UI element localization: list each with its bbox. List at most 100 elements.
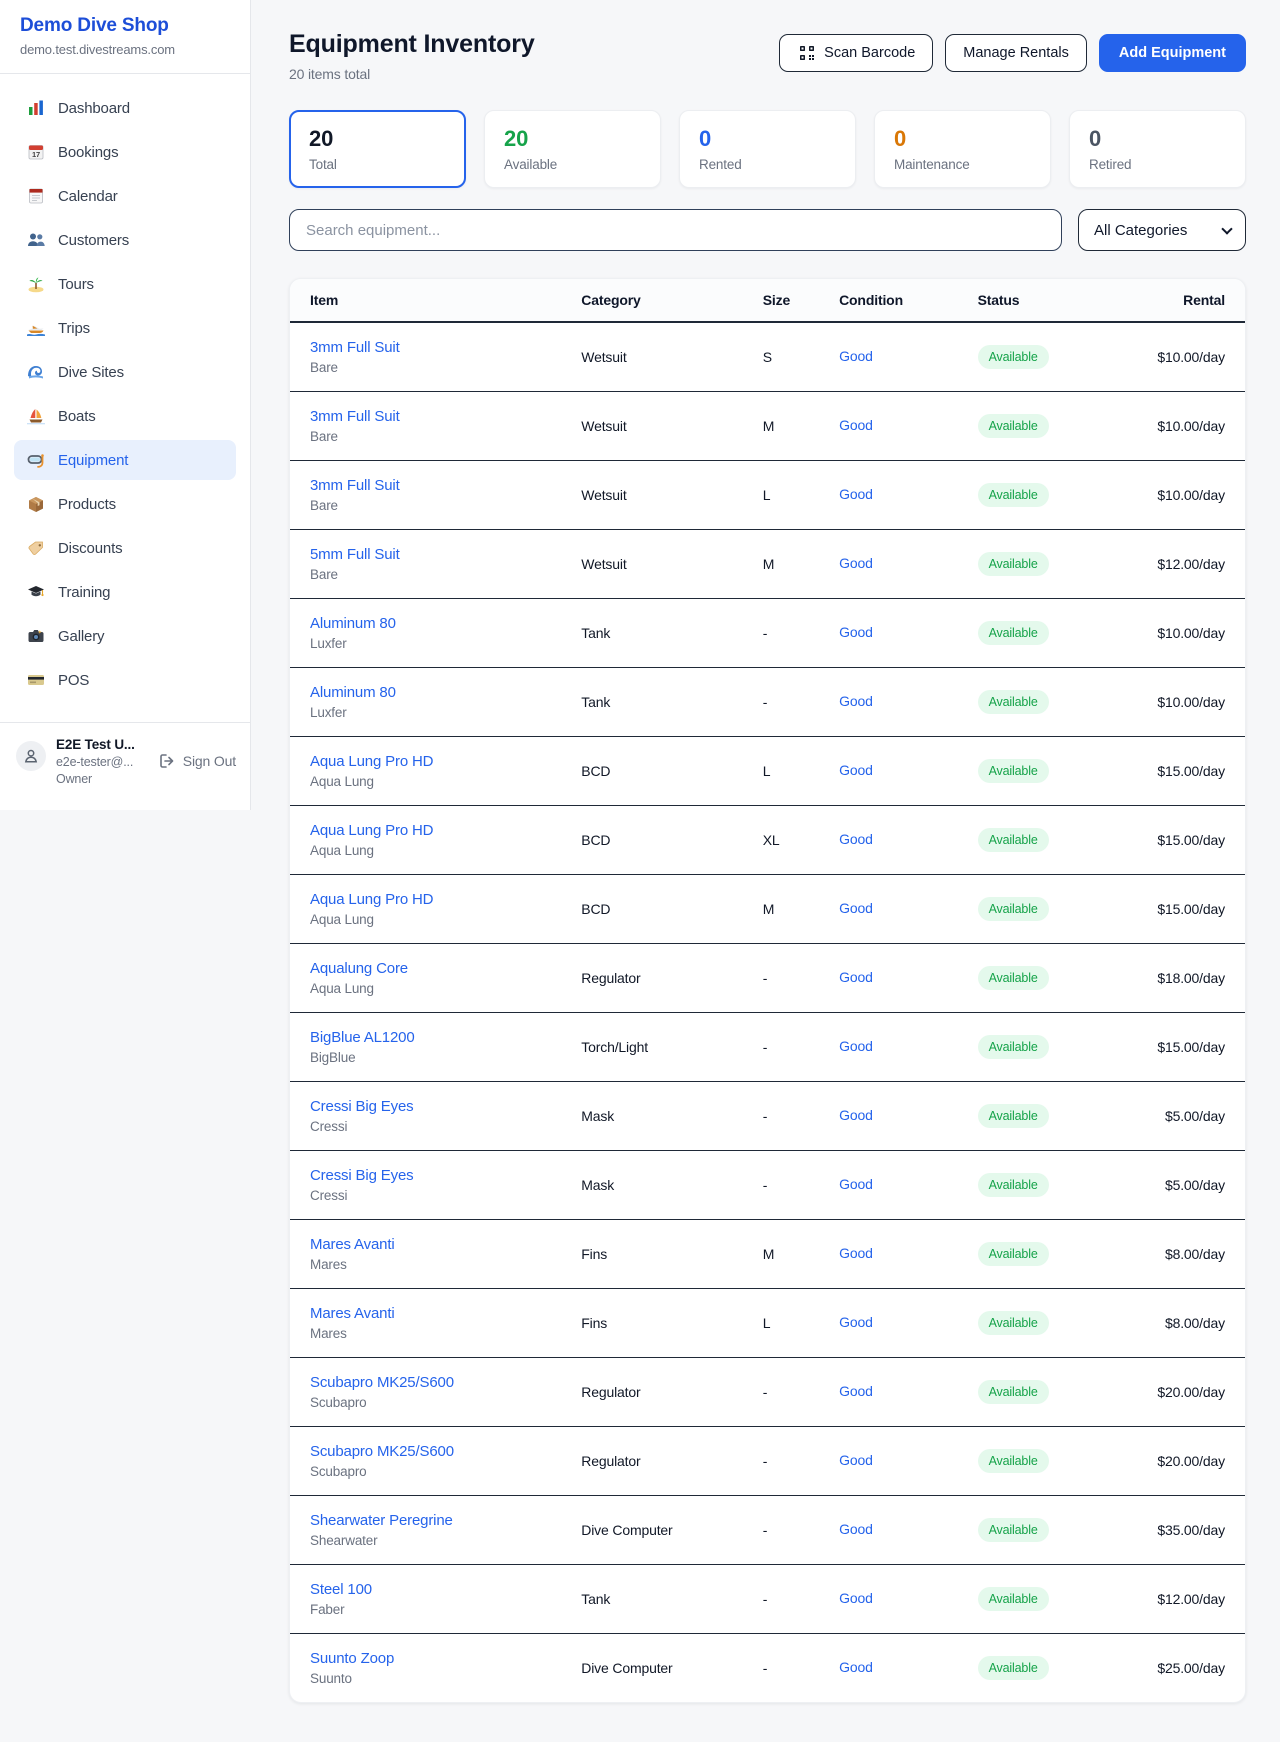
sidebar-item-trips[interactable]: Trips (14, 308, 236, 348)
stat-label: Total (309, 157, 446, 172)
sidebar-item-label: Gallery (58, 628, 104, 645)
equipment-table: ItemCategorySizeConditionStatusRental 3m… (290, 279, 1245, 1702)
condition-link[interactable]: Good (839, 1452, 873, 1468)
item-name-link[interactable]: 3mm Full Suit (310, 339, 581, 356)
status-badge: Available (978, 345, 1049, 369)
table-row: BigBlue AL1200BigBlueTorch/Light-GoodAva… (290, 1012, 1245, 1081)
item-category: Tank (581, 625, 610, 641)
sidebar-item-label: Customers (58, 232, 129, 249)
item-name-link[interactable]: BigBlue AL1200 (310, 1029, 581, 1046)
condition-link[interactable]: Good (839, 348, 873, 364)
sidebar-item-dive-sites[interactable]: Dive Sites (14, 352, 236, 392)
rental-price: $15.00/day (1157, 1039, 1225, 1055)
condition-link[interactable]: Good (839, 1107, 873, 1123)
sidebar-item-customers[interactable]: Customers (14, 220, 236, 260)
sidebar-item-calendar[interactable]: Calendar (14, 176, 236, 216)
item-name-link[interactable]: Aqua Lung Pro HD (310, 822, 581, 839)
sidebar-item-gallery[interactable]: Gallery (14, 616, 236, 656)
item-name-link[interactable]: Shearwater Peregrine (310, 1512, 581, 1529)
item-name-link[interactable]: 3mm Full Suit (310, 408, 581, 425)
item-name-link[interactable]: Aluminum 80 (310, 684, 581, 701)
condition-link[interactable]: Good (839, 1038, 873, 1054)
condition-link[interactable]: Good (839, 555, 873, 571)
sidebar-item-boats[interactable]: Boats (14, 396, 236, 436)
manage-rentals-button[interactable]: Manage Rentals (945, 34, 1087, 72)
item-name-link[interactable]: Scubapro MK25/S600 (310, 1443, 581, 1460)
condition-link[interactable]: Good (839, 417, 873, 433)
item-brand: Cressi (310, 1188, 581, 1203)
item-name-link[interactable]: Steel 100 (310, 1581, 581, 1598)
sidebar-item-discounts[interactable]: Discounts (14, 528, 236, 568)
sidebar-item-pos[interactable]: POS (14, 660, 236, 700)
table-row: Aqua Lung Pro HDAqua LungBCDLGoodAvailab… (290, 736, 1245, 805)
column-header-rental: Rental (1121, 279, 1245, 322)
scan-barcode-button[interactable]: Scan Barcode (779, 34, 933, 72)
item-brand: Bare (310, 360, 581, 375)
item-size: - (763, 1039, 768, 1055)
sidebar-item-products[interactable]: Products (14, 484, 236, 524)
condition-link[interactable]: Good (839, 762, 873, 778)
stat-card-retired[interactable]: 0Retired (1069, 110, 1246, 188)
item-name-link[interactable]: Cressi Big Eyes (310, 1167, 581, 1184)
status-badge: Available (978, 1449, 1049, 1473)
stat-card-maintenance[interactable]: 0Maintenance (874, 110, 1051, 188)
search-input[interactable] (289, 209, 1062, 251)
item-category: Wetsuit (581, 487, 626, 503)
condition-link[interactable]: Good (839, 1659, 873, 1675)
sidebar-item-dashboard[interactable]: Dashboard (14, 88, 236, 128)
item-name-link[interactable]: Cressi Big Eyes (310, 1098, 581, 1115)
condition-link[interactable]: Good (839, 624, 873, 640)
category-select[interactable]: All Categories (1078, 209, 1246, 251)
sidebar-item-label: Calendar (58, 188, 118, 205)
stat-value: 20 (309, 126, 446, 152)
status-badge: Available (978, 1656, 1049, 1680)
condition-link[interactable]: Good (839, 1383, 873, 1399)
table-row: 3mm Full SuitBareWetsuitMGoodAvailable$1… (290, 391, 1245, 460)
table-row: 3mm Full SuitBareWetsuitSGoodAvailable$1… (290, 322, 1245, 391)
sidebar-item-bookings[interactable]: 17Bookings (14, 132, 236, 172)
status-badge: Available (978, 1311, 1049, 1335)
sign-out-button[interactable]: Sign Out (158, 751, 236, 770)
condition-link[interactable]: Good (839, 1521, 873, 1537)
sidebar-item-equipment[interactable]: Equipment (14, 440, 236, 480)
qr-scan-icon (797, 44, 816, 63)
condition-link[interactable]: Good (839, 900, 873, 916)
sidebar: Demo Dive Shop demo.test.divestreams.com… (0, 0, 251, 810)
condition-link[interactable]: Good (839, 693, 873, 709)
condition-link[interactable]: Good (839, 1590, 873, 1606)
item-name-link[interactable]: Aqua Lung Pro HD (310, 891, 581, 908)
stat-label: Maintenance (894, 157, 1031, 172)
item-name-link[interactable]: Aluminum 80 (310, 615, 581, 632)
condition-link[interactable]: Good (839, 1176, 873, 1192)
item-name-link[interactable]: Mares Avanti (310, 1305, 581, 1322)
sidebar-item-training[interactable]: Training (14, 572, 236, 612)
item-size: - (763, 1591, 768, 1607)
item-brand: Faber (310, 1602, 581, 1617)
item-name-link[interactable]: 5mm Full Suit (310, 546, 581, 563)
rental-price: $20.00/day (1157, 1453, 1225, 1469)
condition-link[interactable]: Good (839, 486, 873, 502)
item-brand: Scubapro (310, 1464, 581, 1479)
item-name-link[interactable]: Aqua Lung Pro HD (310, 753, 581, 770)
condition-link[interactable]: Good (839, 1314, 873, 1330)
item-name-link[interactable]: Suunto Zoop (310, 1650, 581, 1667)
condition-link[interactable]: Good (839, 831, 873, 847)
item-name-link[interactable]: Aqualung Core (310, 960, 581, 977)
status-badge: Available (978, 1104, 1049, 1128)
sidebar-item-label: Boats (58, 408, 96, 425)
item-name-link[interactable]: 3mm Full Suit (310, 477, 581, 494)
add-equipment-button[interactable]: Add Equipment (1099, 34, 1246, 72)
stat-card-total[interactable]: 20 Total (289, 110, 466, 188)
item-name-link[interactable]: Mares Avanti (310, 1236, 581, 1253)
item-brand: Aqua Lung (310, 912, 581, 927)
brand-name: Demo Dive Shop (20, 15, 230, 37)
tag-icon (26, 539, 45, 558)
stat-card-rented[interactable]: 0Rented (679, 110, 856, 188)
item-name-link[interactable]: Scubapro MK25/S600 (310, 1374, 581, 1391)
sidebar-item-tours[interactable]: Tours (14, 264, 236, 304)
condition-link[interactable]: Good (839, 1245, 873, 1261)
stat-card-available[interactable]: 20Available (484, 110, 661, 188)
sidebar-footer: E2E Test U... e2e-tester@... Owner Sign … (0, 722, 250, 796)
status-badge: Available (978, 759, 1049, 783)
condition-link[interactable]: Good (839, 969, 873, 985)
